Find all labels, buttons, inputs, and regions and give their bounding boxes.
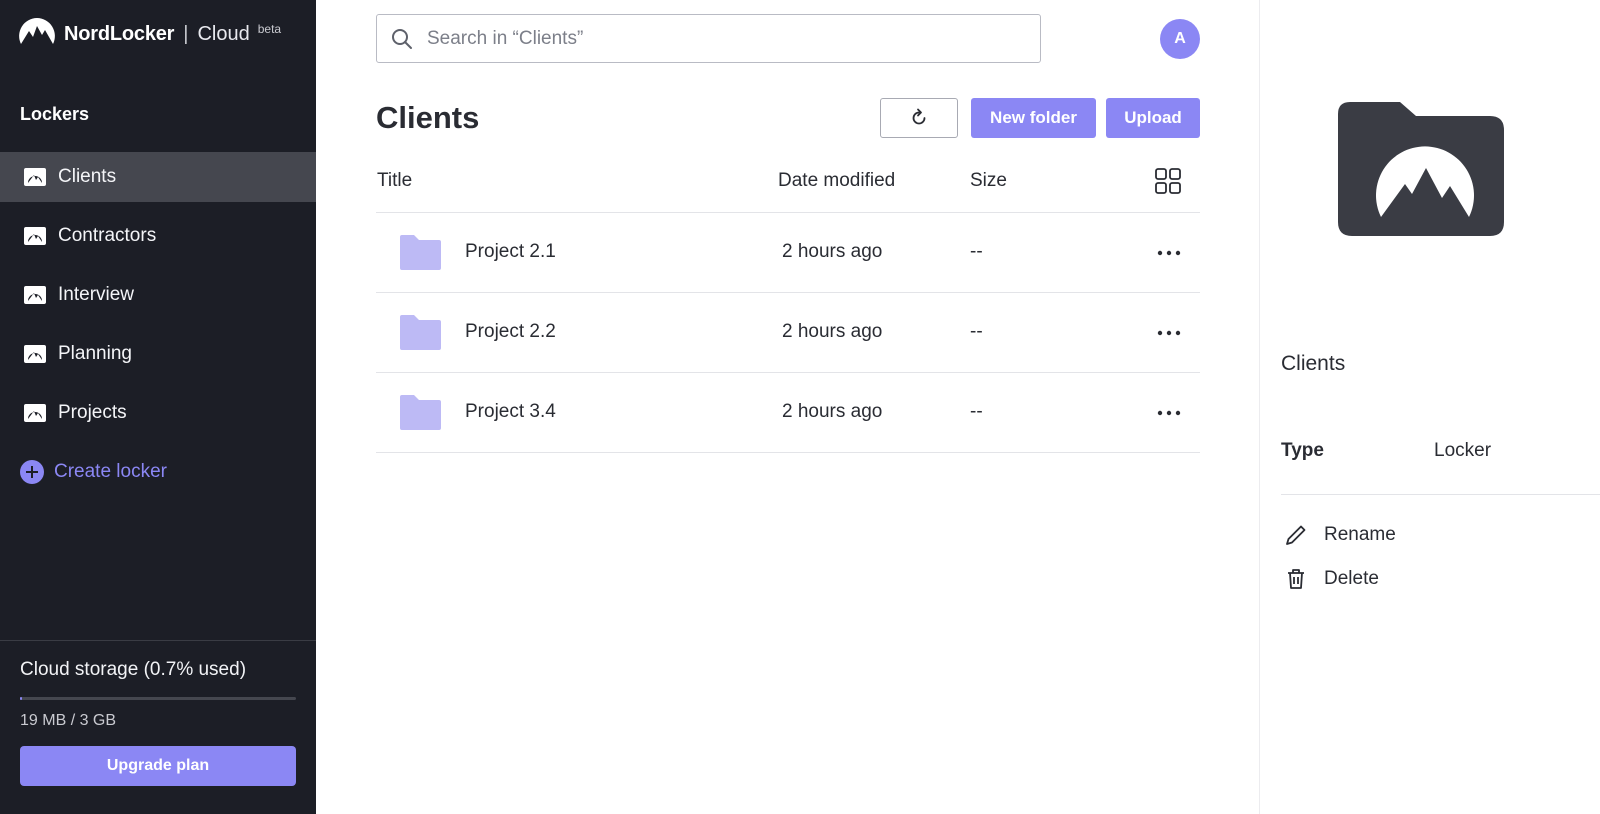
column-date-modified[interactable]: Date modified — [778, 170, 895, 192]
brand-name: NordLocker — [64, 22, 175, 45]
page-title: Clients — [376, 100, 480, 135]
upgrade-plan-button[interactable]: Upgrade plan — [20, 746, 296, 786]
folder-icon — [400, 315, 441, 350]
refresh-button[interactable] — [880, 98, 958, 138]
column-title[interactable]: Title — [377, 170, 412, 192]
sidebar-item-label: Interview — [58, 284, 135, 305]
details-type-label: Type — [1281, 440, 1324, 461]
plus-circle-icon — [20, 460, 44, 484]
sidebar-item-label: Clients — [58, 166, 117, 187]
locker-icon — [24, 286, 46, 304]
brand[interactable]: NordLocker | Cloud beta — [18, 16, 281, 52]
avatar[interactable]: A — [1160, 19, 1200, 59]
folder-icon — [400, 395, 441, 430]
folder-icon — [400, 235, 441, 270]
nordlocker-logo-icon — [19, 18, 55, 44]
sidebar-item-clients[interactable]: Clients — [0, 152, 316, 202]
more-options-icon[interactable] — [1156, 323, 1182, 343]
sidebar-item-label: Planning — [58, 343, 132, 364]
sidebar-item-label: Contractors — [58, 225, 157, 246]
new-folder-button[interactable]: New folder — [971, 98, 1096, 138]
table-row[interactable]: Project 2.2 2 hours ago -- — [376, 293, 1200, 373]
storage-panel: Cloud storage (0.7% used) 19 MB / 3 GB U… — [0, 640, 316, 814]
upload-button[interactable]: Upload — [1106, 98, 1200, 138]
storage-progress-bar — [20, 697, 296, 700]
create-locker-button[interactable]: Create locker — [20, 460, 167, 484]
brand-product: Cloud — [197, 22, 250, 45]
row-size: -- — [970, 241, 983, 262]
row-date: 2 hours ago — [782, 321, 883, 342]
row-size: -- — [970, 401, 983, 422]
more-options-icon[interactable] — [1156, 243, 1182, 263]
trash-icon — [1288, 569, 1304, 589]
grid-view-icon[interactable] — [1155, 168, 1181, 194]
details-divider — [1281, 494, 1600, 495]
sidebar-item-projects[interactable]: Projects — [0, 388, 316, 438]
row-title: Project 2.2 — [465, 321, 556, 342]
more-options-icon[interactable] — [1156, 403, 1182, 423]
search-input[interactable] — [427, 27, 1007, 50]
app-root: NordLocker | Cloud beta Lockers Clients … — [0, 0, 1600, 814]
brand-separator: | — [183, 22, 189, 45]
sidebar-item-planning[interactable]: Planning — [0, 329, 316, 379]
table-header: Title Date modified Size — [376, 160, 1200, 213]
details-type-value: Locker — [1434, 440, 1492, 461]
sidebar-item-contractors[interactable]: Contractors — [0, 211, 316, 261]
row-title: Project 3.4 — [465, 401, 556, 422]
create-locker-label: Create locker — [54, 461, 167, 482]
locker-icon — [24, 345, 46, 363]
sidebar: NordLocker | Cloud beta Lockers Clients … — [0, 0, 316, 814]
rename-button[interactable]: Rename — [1284, 523, 1396, 547]
storage-title: Cloud storage (0.7% used) — [20, 659, 247, 680]
row-date: 2 hours ago — [782, 401, 883, 422]
delete-button[interactable]: Delete — [1284, 567, 1379, 591]
locker-icon — [24, 168, 46, 186]
row-size: -- — [970, 321, 983, 342]
search-box[interactable] — [376, 14, 1041, 63]
locker-icon — [24, 227, 46, 245]
refresh-icon — [912, 108, 926, 125]
beta-badge: beta — [257, 22, 282, 36]
locker-list: Clients Contractors Interview Planning P… — [0, 152, 316, 447]
locker-folder-icon — [1338, 102, 1504, 236]
column-size[interactable]: Size — [970, 170, 1007, 192]
row-date: 2 hours ago — [782, 241, 883, 262]
rename-label: Rename — [1324, 524, 1396, 545]
sidebar-item-interview[interactable]: Interview — [0, 270, 316, 320]
file-table: Title Date modified Size Project 2.1 2 h… — [376, 160, 1200, 453]
details-panel: Clients Type Locker Rename Delete — [1259, 0, 1600, 814]
details-name: Clients — [1281, 352, 1346, 375]
delete-label: Delete — [1324, 568, 1379, 589]
search-icon — [392, 28, 412, 49]
lockers-heading: Lockers — [20, 104, 90, 124]
storage-used-text: 19 MB / 3 GB — [20, 712, 117, 729]
row-title: Project 2.1 — [465, 241, 556, 262]
locker-icon — [24, 404, 46, 422]
table-row[interactable]: Project 3.4 2 hours ago -- — [376, 373, 1200, 453]
pencil-icon — [1286, 525, 1306, 545]
sidebar-item-label: Projects — [58, 402, 127, 423]
table-row[interactable]: Project 2.1 2 hours ago -- — [376, 213, 1200, 293]
storage-progress-fill — [20, 697, 23, 700]
